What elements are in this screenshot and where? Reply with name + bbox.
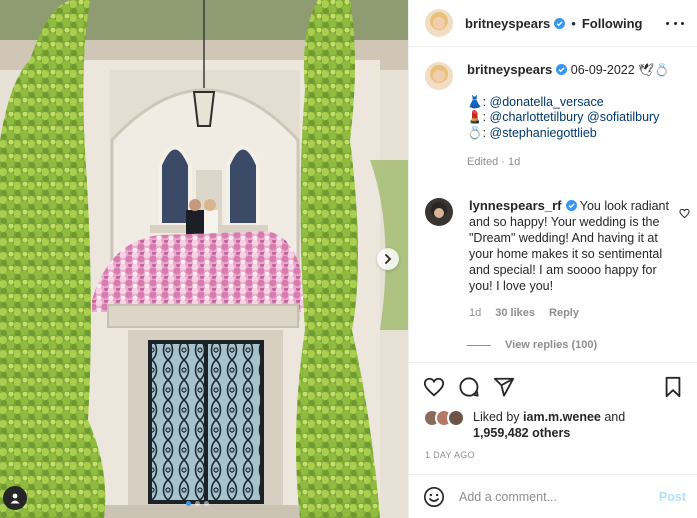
header-separator: • <box>571 15 576 31</box>
chevron-right-icon <box>385 254 392 264</box>
user-icon <box>10 493 20 504</box>
action-bar <box>409 362 697 410</box>
verified-badge-icon <box>556 64 568 75</box>
edited-label: Edited · 1d <box>467 156 521 168</box>
post-photo[interactable] <box>0 0 408 518</box>
verified-badge-icon <box>554 17 566 29</box>
comment-input[interactable] <box>459 489 649 504</box>
credit-line: 👗: @donatella_versace <box>467 94 604 109</box>
instagram-post: britneyspears • Following britneyspears <box>0 0 697 518</box>
heart-icon[interactable] <box>423 376 445 398</box>
author-avatar[interactable] <box>425 9 453 37</box>
ring-emoji: 💍 <box>467 125 483 140</box>
credit-line: 💄: @charlottetilbury @sofiatilbury <box>467 110 660 124</box>
bookmark-icon[interactable] <box>663 376 683 398</box>
comment-meta: 1d 30 likes Reply <box>469 307 697 319</box>
caption-emoji: 🕊💍 <box>638 63 670 77</box>
caption-avatar[interactable] <box>425 62 453 90</box>
mention-link[interactable]: @charlottetilbury <box>490 110 584 124</box>
caption-username[interactable]: britneyspears <box>467 62 552 77</box>
view-replies-button[interactable]: View replies (100) <box>467 339 597 351</box>
reply-button[interactable]: Reply <box>549 307 579 319</box>
lipstick-emoji: 💄 <box>467 110 483 124</box>
likes-others-link[interactable]: 1,959,482 others <box>473 426 570 440</box>
commenter-username[interactable]: lynnespears_rf <box>469 198 562 213</box>
view-replies-label: View replies (100) <box>505 339 598 351</box>
comment-icon[interactable] <box>458 376 480 398</box>
carousel-dot <box>186 501 191 506</box>
post-header: britneyspears • Following <box>409 0 697 47</box>
post-caption: britneyspears 06-09-2022 🕊💍 👗: @donatell… <box>425 62 690 171</box>
share-icon[interactable] <box>493 376 515 398</box>
dress-emoji: 👗 <box>467 94 483 109</box>
likes-summary: Liked by iam.m.wenee and 1,959,482 other… <box>423 409 625 441</box>
credit-line: 💍: @stephaniegottlieb <box>467 125 597 140</box>
comment-text: You look radiant and so happy! Your wedd… <box>469 199 669 293</box>
following-button[interactable]: Following <box>582 16 643 31</box>
avatar-image <box>425 9 453 37</box>
comment-likes[interactable]: 30 likes <box>495 307 535 319</box>
next-photo-button[interactable] <box>377 248 399 270</box>
mention-link[interactable]: @donatella_versace <box>490 95 604 109</box>
more-options-icon[interactable] <box>666 16 684 30</box>
post-side-panel: britneyspears • Following britneyspears <box>408 0 697 518</box>
tagged-users-button[interactable] <box>3 486 27 510</box>
carousel-indicator <box>186 501 209 506</box>
carousel-dot <box>204 501 209 506</box>
likes-and: and <box>604 410 626 424</box>
avatar-image <box>425 62 453 90</box>
avatar-image <box>425 198 453 226</box>
author-username[interactable]: britneyspears <box>465 16 550 31</box>
liker-avatars[interactable] <box>423 409 471 427</box>
post-comment-button[interactable]: Post <box>659 490 686 504</box>
mention-link[interactable]: @sofiatilbury <box>587 110 659 124</box>
comment-time: 1d <box>469 307 482 320</box>
verified-badge-icon <box>565 200 577 211</box>
wedding-balcony-photo <box>0 0 408 518</box>
carousel-dot <box>195 501 200 506</box>
liker-username[interactable]: iam.m.wenee <box>523 410 601 424</box>
comment: lynnespears_rf You look radiant and so h… <box>425 198 697 319</box>
like-comment-heart-icon[interactable] <box>679 208 690 219</box>
add-comment-bar: Post <box>409 474 697 518</box>
commenter-avatar[interactable] <box>425 198 453 226</box>
liked-by-prefix: Liked by <box>473 410 520 424</box>
post-timestamp: 1 DAY AGO <box>425 450 475 460</box>
emoji-icon[interactable] <box>423 486 445 508</box>
caption-date: 06-09-2022 <box>570 63 635 77</box>
mention-link[interactable]: @stephaniegottlieb <box>490 126 597 140</box>
